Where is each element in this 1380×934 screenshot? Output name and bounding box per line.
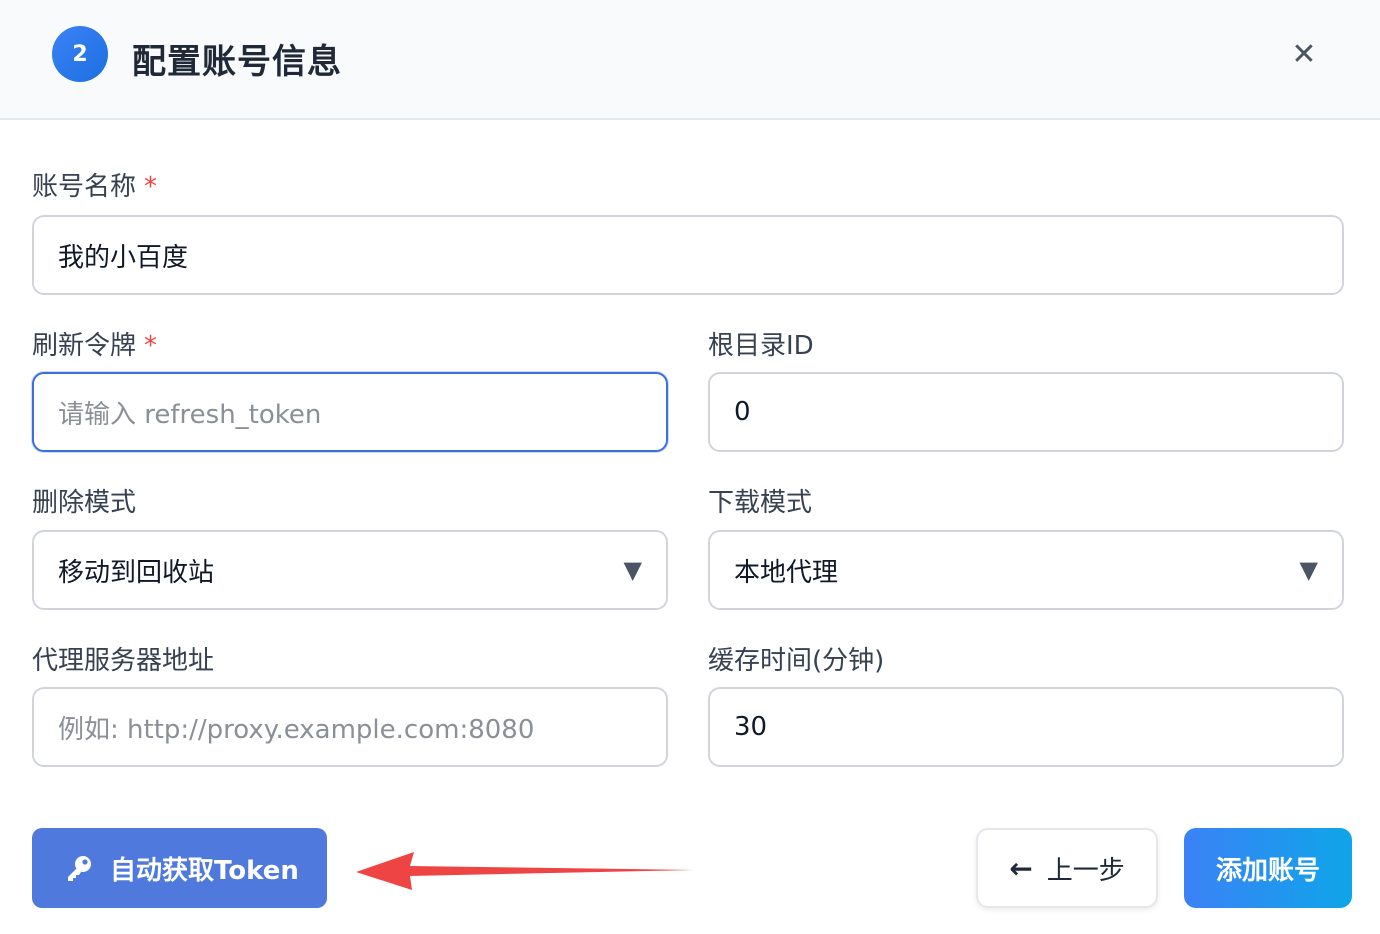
auto-get-token-label: 自动获取Token bbox=[110, 855, 299, 886]
proxy-address-input[interactable]: 例如: http://proxy.example.com:8080 bbox=[32, 687, 668, 767]
close-icon[interactable]: ✕ bbox=[1284, 34, 1324, 74]
delete-mode-label: 删除模式 bbox=[32, 488, 137, 518]
dialog-title: 配置账号信息 bbox=[132, 42, 342, 82]
account-name-label: 账号名称 * bbox=[32, 166, 157, 203]
key-icon bbox=[68, 856, 91, 881]
root-dir-id-label: 根目录ID bbox=[708, 331, 814, 361]
arrow-left-icon: ← bbox=[1009, 851, 1033, 885]
add-account-label: 添加账号 bbox=[1215, 855, 1320, 886]
cache-time-label: 缓存时间(分钟) bbox=[708, 646, 885, 676]
required-mark: * bbox=[144, 172, 158, 202]
refresh-token-placeholder: 请输入 refresh_token bbox=[58, 399, 322, 430]
root-dir-id-input[interactable]: 0 bbox=[708, 372, 1344, 452]
refresh-token-label: 刷新令牌 * bbox=[32, 325, 157, 362]
proxy-address-label: 代理服务器地址 bbox=[32, 646, 215, 676]
delete-mode-value: 移动到回收站 bbox=[58, 557, 215, 588]
account-name-input[interactable]: 我的小百度 bbox=[32, 215, 1344, 295]
cache-time-input[interactable]: 30 bbox=[708, 687, 1344, 767]
previous-step-button[interactable]: ← 上一步 bbox=[976, 828, 1158, 908]
step-badge: 2 bbox=[52, 26, 108, 82]
required-mark: * bbox=[144, 331, 158, 361]
root-dir-id-value: 0 bbox=[734, 397, 751, 427]
download-mode-select[interactable]: 本地代理 ▼ bbox=[708, 530, 1344, 610]
download-mode-label: 下载模式 bbox=[708, 488, 813, 518]
account-name-label-text: 账号名称 bbox=[32, 172, 137, 202]
dropdown-arrow-icon: ▼ bbox=[623, 556, 642, 584]
auto-get-token-button[interactable]: 自动获取Token bbox=[32, 828, 327, 908]
delete-mode-select[interactable]: 移动到回收站 ▼ bbox=[32, 530, 668, 610]
refresh-token-input[interactable]: 请输入 refresh_token bbox=[32, 372, 668, 452]
previous-step-label: 上一步 bbox=[1046, 855, 1125, 886]
dialog-header: 2 配置账号信息 ✕ bbox=[0, 0, 1380, 120]
account-name-value: 我的小百度 bbox=[58, 242, 189, 273]
dropdown-arrow-icon: ▼ bbox=[1299, 556, 1318, 584]
refresh-token-label-text: 刷新令牌 bbox=[32, 331, 137, 361]
download-mode-value: 本地代理 bbox=[734, 557, 839, 588]
add-account-button[interactable]: 添加账号 bbox=[1184, 828, 1352, 908]
annotation-arrow-icon bbox=[356, 852, 694, 890]
proxy-address-placeholder: 例如: http://proxy.example.com:8080 bbox=[58, 714, 535, 745]
cache-time-value: 30 bbox=[734, 712, 768, 742]
